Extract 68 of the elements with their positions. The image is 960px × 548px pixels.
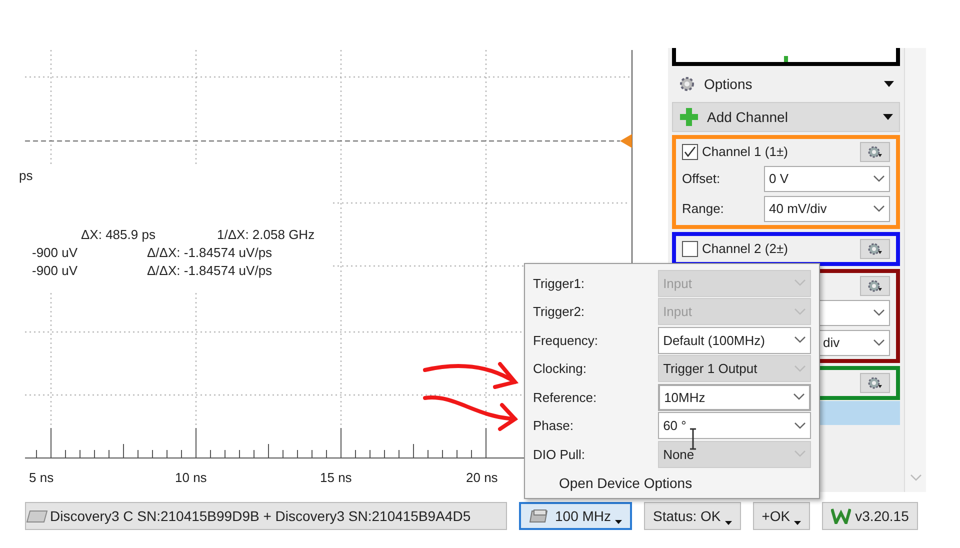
dropdown-field[interactable]: Default (100MHz): [658, 326, 811, 354]
add-channel-button[interactable]: Add Channel: [672, 102, 900, 132]
gear-button[interactable]: [860, 239, 890, 259]
channel-name: Channel 1 (1±): [702, 143, 788, 162]
caret-icon: [883, 114, 893, 120]
gear-icon: [867, 145, 883, 159]
caret-icon: [884, 81, 894, 87]
slope-text: Δ/ΔX: -1.84574 uV/ps: [147, 244, 272, 262]
chevron-icon: [794, 450, 806, 458]
options-button[interactable]: Options: [672, 69, 900, 99]
dropdown-field[interactable]: 40 mV/div: [764, 196, 890, 222]
open-device-options-link[interactable]: Open Device Options: [559, 472, 811, 494]
caret-icon: [794, 521, 802, 525]
device-icon: [26, 509, 48, 523]
chevron-icon: [794, 422, 806, 430]
measurement-text: 1/ΔX: 2.058 GHz: [217, 226, 315, 244]
channel-checkbox[interactable]: [682, 241, 698, 257]
status-button[interactable]: +OK: [752, 502, 810, 530]
setting-label: Trigger2:: [533, 303, 586, 321]
gear-button[interactable]: [860, 276, 890, 296]
chevron-icon: [794, 279, 806, 288]
status-button[interactable]: 100 MHz: [519, 502, 632, 530]
dropdown-field[interactable]: 60 °: [658, 412, 811, 440]
field-label: Offset:: [682, 170, 722, 188]
setting-label: Reference:: [533, 388, 598, 406]
logo-icon: [831, 508, 852, 524]
caret-icon: [615, 520, 622, 524]
dropdown-field[interactable]: 10MHz: [658, 384, 811, 411]
axis-label: 5 ns: [29, 469, 54, 487]
chevron-icon: [910, 474, 922, 482]
voltage-text: -900 uV: [32, 244, 78, 262]
status-button[interactable]: Status: OK: [644, 502, 741, 530]
plus-icon: [679, 107, 699, 127]
chevron-icon: [793, 393, 805, 402]
dropdown-field[interactable]: 0 V: [764, 166, 890, 192]
measurement-text: ΔX: 485.9 ps: [81, 226, 156, 244]
setting-label: Trigger1:: [533, 274, 586, 293]
axis-label: 15 ns: [320, 469, 352, 487]
chevron-icon: [873, 175, 885, 183]
device-button[interactable]: Discovery3 C SN:210415B99D9B + Discovery3 SN:210415B9A4D5: [25, 502, 507, 530]
gear-icon: [867, 376, 883, 390]
slope-text: Δ/ΔX: -1.84574 uV/ps: [147, 262, 272, 280]
chevron-icon: [873, 339, 885, 347]
gear-icon: [867, 279, 883, 293]
channel-name: Channel 2 (2±): [702, 240, 788, 258]
axis-label: 10 ns: [175, 469, 207, 487]
gear-button[interactable]: [860, 373, 890, 393]
gear-icon: [867, 242, 883, 256]
setting-label: Frequency:: [533, 332, 600, 350]
text-cursor-icon: [689, 428, 697, 450]
setting-label: Phase:: [533, 417, 574, 435]
gear-icon: [678, 75, 696, 93]
status-button[interactable]: v3.20.15: [822, 502, 918, 530]
gear-button[interactable]: [860, 142, 890, 162]
time-label: ps: [19, 167, 33, 185]
field-label: Range:: [682, 200, 725, 218]
chevron-icon: [794, 308, 806, 316]
voltage-text: -900 uV: [32, 262, 78, 280]
axis-label: 20 ns: [466, 469, 498, 487]
trigger-marker-icon: [620, 134, 632, 148]
setting-label: DIO Pull:: [533, 446, 586, 464]
caret-icon: [724, 521, 732, 525]
chevron-icon: [873, 309, 885, 317]
setting-label: Clocking:: [533, 360, 588, 378]
chevron-icon: [794, 364, 806, 373]
chevron-icon: [794, 336, 806, 344]
channel-checkbox[interactable]: [682, 144, 698, 160]
chevron-icon: [873, 205, 885, 213]
